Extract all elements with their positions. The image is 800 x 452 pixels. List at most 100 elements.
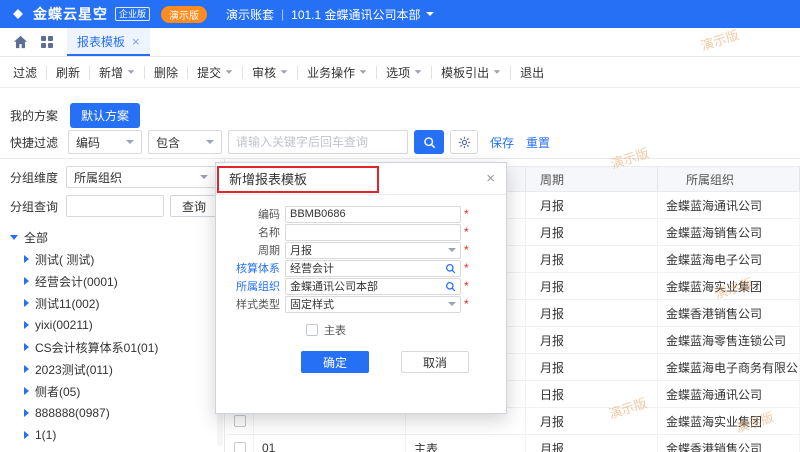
triangle-right-icon bbox=[24, 299, 29, 307]
dialog-form: 编码 * 名称 * 周期 月报 * 核算体系 经营会计 * 所属组织 bbox=[216, 195, 506, 373]
toolbar-item-audit[interactable]: 审核 bbox=[243, 64, 297, 81]
accounting-system-lookup[interactable]: 经营会计 bbox=[285, 259, 461, 277]
tab-bar: 报表模板 × bbox=[0, 28, 800, 57]
name-input[interactable] bbox=[285, 223, 461, 241]
group-dimension-select[interactable]: 所属组织 bbox=[66, 166, 216, 188]
dialog-close-icon[interactable]: × bbox=[486, 170, 495, 187]
group-dimension-row: 分组维度 所属组织 bbox=[0, 166, 224, 188]
tab-label: 报表模板 bbox=[77, 34, 126, 49]
kingdee-logo-icon bbox=[10, 6, 26, 22]
toolbar-item-filter[interactable]: 过滤 bbox=[4, 64, 46, 81]
default-scheme-button[interactable]: 默认方案 bbox=[70, 103, 141, 128]
filter-field-select[interactable]: 编码 bbox=[68, 130, 143, 154]
tree-item[interactable]: 1(1) bbox=[0, 424, 224, 446]
group-search-label: 分组查询 bbox=[10, 199, 59, 214]
chevron-down-icon bbox=[448, 302, 456, 306]
cancel-button[interactable]: 取消 bbox=[401, 351, 469, 373]
tree-item[interactable]: 侧者(05) bbox=[0, 380, 224, 402]
chevron-down-icon bbox=[280, 70, 288, 74]
tab-close-icon[interactable]: × bbox=[132, 34, 140, 49]
triangle-right-icon bbox=[24, 365, 29, 373]
code-input[interactable] bbox=[285, 205, 461, 223]
chevron-down-icon bbox=[200, 175, 208, 179]
org-name: 101.1 金蝶通讯公司本部 bbox=[291, 7, 421, 22]
owner-org-lookup[interactable]: 金蝶通讯公司本部 bbox=[285, 277, 461, 295]
chevron-down-icon bbox=[425, 12, 434, 16]
triangle-right-icon bbox=[24, 321, 29, 329]
chevron-down-icon bbox=[126, 140, 135, 144]
edition-badge: 企业版 bbox=[115, 7, 151, 21]
accounting-system-label[interactable]: 核算体系 bbox=[216, 260, 280, 276]
row-checkbox[interactable] bbox=[233, 442, 246, 452]
period-label: 周期 bbox=[258, 245, 280, 257]
filter-operator-select[interactable]: 包含 bbox=[148, 130, 223, 154]
group-search-input[interactable] bbox=[66, 195, 164, 217]
tree-item[interactable]: 经营会计(0001) bbox=[0, 270, 224, 292]
apps-grid-icon[interactable] bbox=[41, 36, 53, 48]
brand-title: 金蝶云星空 bbox=[33, 6, 108, 22]
ok-button[interactable]: 确定 bbox=[301, 351, 369, 373]
header-org[interactable]: 所属组织 bbox=[658, 167, 800, 191]
my-scheme-label: 我的方案 bbox=[10, 109, 59, 123]
chevron-down-icon bbox=[448, 248, 456, 252]
table-row[interactable]: 01 主表 月报 金蝶香港销售公司 bbox=[226, 435, 800, 452]
name-label: 名称 bbox=[258, 227, 280, 239]
gear-icon bbox=[458, 136, 470, 148]
search-button[interactable] bbox=[414, 130, 445, 154]
save-scheme-link[interactable]: 保存 bbox=[490, 134, 514, 151]
style-type-select[interactable]: 固定样式 bbox=[285, 295, 461, 313]
tree-item[interactable]: 888888(0987) bbox=[0, 402, 224, 424]
toolbar-item-template-export[interactable]: 模板引出 bbox=[432, 64, 510, 81]
dialog-header[interactable]: 新增报表模板 bbox=[216, 163, 506, 195]
tree-item[interactable]: 测试11(002) bbox=[0, 292, 224, 314]
tree-item[interactable]: 测试( 测试) bbox=[0, 248, 224, 270]
demo-version-badge: 演示版 bbox=[161, 5, 208, 23]
toolbar-item-delete[interactable]: 删除 bbox=[145, 64, 187, 81]
tab-report-template[interactable]: 报表模板 × bbox=[67, 28, 150, 56]
required-mark: * bbox=[464, 297, 469, 311]
account-name[interactable]: 演示账套 bbox=[226, 6, 274, 23]
toolbar-item-submit[interactable]: 提交 bbox=[188, 64, 242, 81]
main-table-checkbox[interactable] bbox=[306, 324, 318, 336]
topbar-separator: | bbox=[281, 7, 285, 21]
reset-link[interactable]: 重置 bbox=[526, 134, 550, 151]
required-mark: * bbox=[464, 207, 469, 221]
required-mark: * bbox=[464, 225, 469, 239]
tree-item[interactable]: 2023测试(011) bbox=[0, 358, 224, 380]
filter-settings-button[interactable] bbox=[450, 130, 479, 154]
tree-item-all[interactable]: 全部 bbox=[0, 226, 224, 248]
owner-org-label[interactable]: 所属组织 bbox=[216, 278, 280, 294]
tree-item[interactable]: yixi(00211) bbox=[0, 314, 224, 336]
toolbar-item-exit[interactable]: 退出 bbox=[511, 64, 553, 81]
search-icon bbox=[423, 136, 435, 148]
group-query-button[interactable]: 查询 bbox=[170, 195, 218, 217]
org-switcher[interactable]: 101.1 金蝶通讯公司本部 bbox=[291, 6, 434, 23]
toolbar-item-business-ops[interactable]: 业务操作 bbox=[298, 64, 376, 81]
lookup-magnifier-icon bbox=[446, 281, 456, 291]
home-icon[interactable] bbox=[13, 35, 28, 49]
scheme-row: 我的方案 默认方案 bbox=[10, 103, 141, 128]
toolbar-item-new[interactable]: 新增 bbox=[90, 64, 144, 81]
style-type-label: 样式类型 bbox=[236, 299, 280, 311]
triangle-right-icon bbox=[24, 431, 29, 439]
triangle-down-icon bbox=[10, 234, 18, 240]
topbar: 金蝶云星空 企业版 演示版 演示账套 | 101.1 金蝶通讯公司本部 bbox=[0, 0, 800, 28]
row-checkbox[interactable] bbox=[233, 415, 246, 427]
lookup-magnifier-icon bbox=[446, 263, 456, 273]
org-tree: 全部 测试( 测试) 经营会计(0001) 测试11(002) yixi(002… bbox=[0, 226, 224, 446]
chevron-down-icon bbox=[359, 70, 367, 74]
required-mark: * bbox=[464, 279, 469, 293]
tree-item[interactable]: CS会计核算体系01(01) bbox=[0, 336, 224, 358]
toolbar-item-refresh[interactable]: 刷新 bbox=[47, 64, 89, 81]
required-mark: * bbox=[464, 243, 469, 257]
main-table-checkbox-label: 主表 bbox=[324, 325, 346, 337]
triangle-right-icon bbox=[24, 387, 29, 395]
toolbar: 过滤 刷新 新增 删除 提交 审核 业务操作 选项 模板引出 退出 bbox=[0, 57, 800, 88]
new-report-template-dialog: 新增报表模板 × 编码 * 名称 * 周期 月报 * 核算体系 经营会计 * bbox=[215, 162, 507, 414]
chevron-down-icon bbox=[493, 70, 501, 74]
chevron-down-icon bbox=[206, 140, 215, 144]
toolbar-item-options[interactable]: 选项 bbox=[377, 64, 431, 81]
keyword-search-input[interactable] bbox=[228, 130, 409, 154]
header-period[interactable]: 周期 bbox=[526, 167, 658, 191]
period-select[interactable]: 月报 bbox=[285, 241, 461, 259]
